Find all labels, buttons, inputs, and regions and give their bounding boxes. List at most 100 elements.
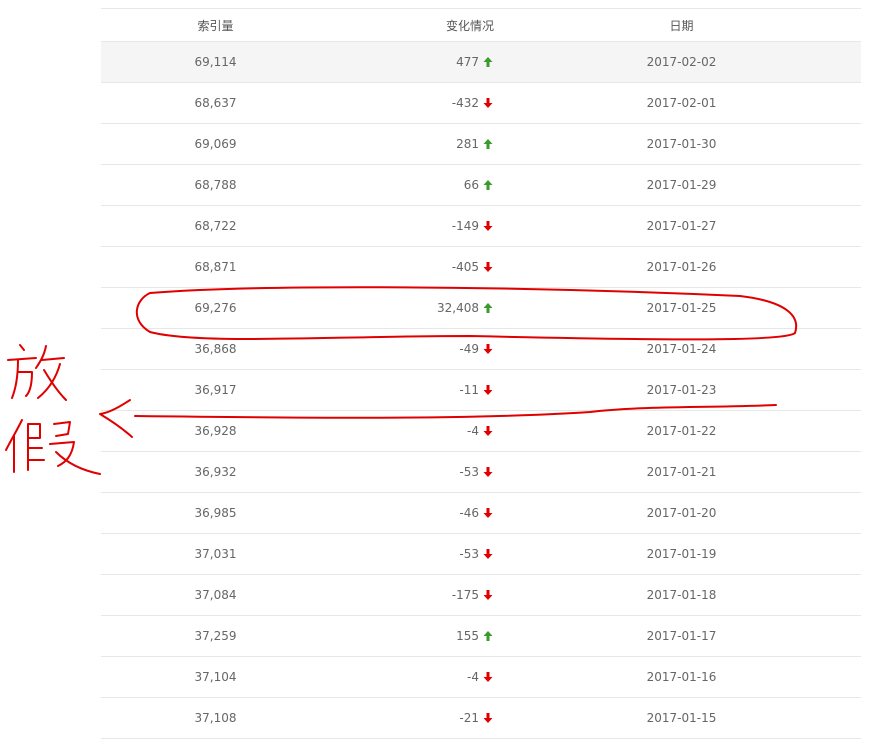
- index-volume-cell: 68,637: [101, 82, 330, 124]
- table-row: 37,084 -175 2017-01-18: [101, 574, 861, 616]
- table-row: 68,788 66 2017-01-29: [101, 164, 861, 206]
- arrow-down-icon: [482, 97, 494, 109]
- change-cell: -149: [330, 205, 502, 247]
- table-row: 36,985 -46 2017-01-20: [101, 492, 861, 534]
- index-stats-page: 索引量 变化情况 日期 69,114 477 2017-02-02 68,637 -43…: [0, 0, 872, 749]
- change-value: -4: [467, 424, 479, 439]
- header-index-volume[interactable]: 索引量: [101, 8, 330, 42]
- handwriting-char-2: [5, 419, 101, 475]
- change-value: -432: [451, 96, 479, 111]
- date-cell: 2017-01-26: [502, 246, 861, 288]
- change-cell: -432: [330, 82, 502, 124]
- table-row: 68,871 -405 2017-01-26: [101, 246, 861, 288]
- change-value: -4: [467, 670, 479, 685]
- arrow-up-icon: [482, 630, 494, 642]
- change-value: -46: [459, 506, 479, 521]
- change-cell: -4: [330, 410, 502, 452]
- change-value: 66: [463, 178, 479, 193]
- change-cell: 477: [330, 41, 502, 83]
- header-change[interactable]: 变化情况: [330, 8, 502, 42]
- index-volume-cell: 68,788: [101, 164, 330, 206]
- index-volume-cell: 36,928: [101, 410, 330, 452]
- arrow-down-icon: [482, 507, 494, 519]
- index-volume-cell: 37,259: [101, 615, 330, 657]
- index-volume-cell: 68,871: [101, 246, 330, 288]
- table-row: 68,637 -432 2017-02-01: [101, 82, 861, 124]
- change-cell: -405: [330, 246, 502, 288]
- change-value: -11: [459, 383, 479, 398]
- index-volume-cell: 36,985: [101, 492, 330, 534]
- arrow-down-icon: [482, 548, 494, 560]
- change-cell: -175: [330, 574, 502, 616]
- date-cell: 2017-01-21: [502, 451, 861, 493]
- arrow-up-icon: [482, 302, 494, 314]
- header-date[interactable]: 日期: [502, 8, 861, 42]
- change-cell: -53: [330, 451, 502, 493]
- table-row: 37,104 -4 2017-01-16: [101, 656, 861, 698]
- change-cell: -4: [330, 656, 502, 698]
- date-cell: 2017-02-01: [502, 82, 861, 124]
- table-body: 69,114 477 2017-02-02 68,637 -432 2017-02-01 6…: [101, 41, 861, 739]
- date-cell: 2017-01-16: [502, 656, 861, 698]
- date-cell: 2017-01-29: [502, 164, 861, 206]
- index-volume-cell: 37,031: [101, 533, 330, 575]
- date-cell: 2017-01-18: [502, 574, 861, 616]
- index-volume-cell: 68,722: [101, 205, 330, 247]
- change-value: 155: [456, 629, 479, 644]
- arrow-up-icon: [482, 138, 494, 150]
- index-volume-cell: 69,276: [101, 287, 330, 329]
- change-cell: -11: [330, 369, 502, 411]
- date-cell: 2017-01-27: [502, 205, 861, 247]
- table-row: 36,868 -49 2017-01-24: [101, 328, 861, 370]
- arrow-down-icon: [482, 712, 494, 724]
- date-cell: 2017-01-20: [502, 492, 861, 534]
- arrow-down-icon: [482, 384, 494, 396]
- change-cell: -21: [330, 697, 502, 739]
- change-value: -53: [459, 465, 479, 480]
- change-value: 281: [456, 137, 479, 152]
- date-cell: 2017-01-19: [502, 533, 861, 575]
- change-value: -405: [451, 260, 479, 275]
- arrow-down-icon: [482, 589, 494, 601]
- arrow-down-icon: [482, 261, 494, 273]
- arrow-down-icon: [482, 425, 494, 437]
- table-header-row: 索引量 变化情况 日期: [101, 8, 861, 42]
- change-value: -149: [451, 219, 479, 234]
- change-value: -21: [459, 711, 479, 726]
- index-volume-cell: 69,069: [101, 123, 330, 165]
- date-cell: 2017-01-23: [502, 369, 861, 411]
- change-cell: 66: [330, 164, 502, 206]
- date-cell: 2017-01-25: [502, 287, 861, 329]
- arrow-down-icon: [482, 466, 494, 478]
- index-volume-cell: 37,104: [101, 656, 330, 698]
- table-row: 37,259 155 2017-01-17: [101, 615, 861, 657]
- change-value: 477: [456, 55, 479, 70]
- arrow-up-icon: [482, 179, 494, 191]
- table-row: 37,031 -53 2017-01-19: [101, 533, 861, 575]
- change-cell: 32,408: [330, 287, 502, 329]
- arrow-down-icon: [482, 220, 494, 232]
- table-row: 36,917 -11 2017-01-23: [101, 369, 861, 411]
- index-volume-cell: 69,114: [101, 41, 330, 83]
- change-cell: -46: [330, 492, 502, 534]
- change-cell: 155: [330, 615, 502, 657]
- table-row: 37,108 -21 2017-01-15: [101, 697, 861, 739]
- index-volume-table: 索引量 变化情况 日期 69,114 477 2017-02-02 68,637 -43…: [101, 8, 861, 739]
- arrow-down-icon: [482, 343, 494, 355]
- change-cell: -53: [330, 533, 502, 575]
- date-cell: 2017-01-17: [502, 615, 861, 657]
- change-value: -175: [451, 588, 479, 603]
- arrow-up-icon: [482, 56, 494, 68]
- date-cell: 2017-01-15: [502, 697, 861, 739]
- date-cell: 2017-01-24: [502, 328, 861, 370]
- table-row: 68,722 -149 2017-01-27: [101, 205, 861, 247]
- index-volume-cell: 37,084: [101, 574, 330, 616]
- arrow-down-icon: [482, 671, 494, 683]
- table-row: 36,928 -4 2017-01-22: [101, 410, 861, 452]
- index-volume-cell: 36,932: [101, 451, 330, 493]
- index-volume-cell: 36,917: [101, 369, 330, 411]
- index-volume-cell: 37,108: [101, 697, 330, 739]
- change-cell: 281: [330, 123, 502, 165]
- date-cell: 2017-01-22: [502, 410, 861, 452]
- table-row: 69,069 281 2017-01-30: [101, 123, 861, 165]
